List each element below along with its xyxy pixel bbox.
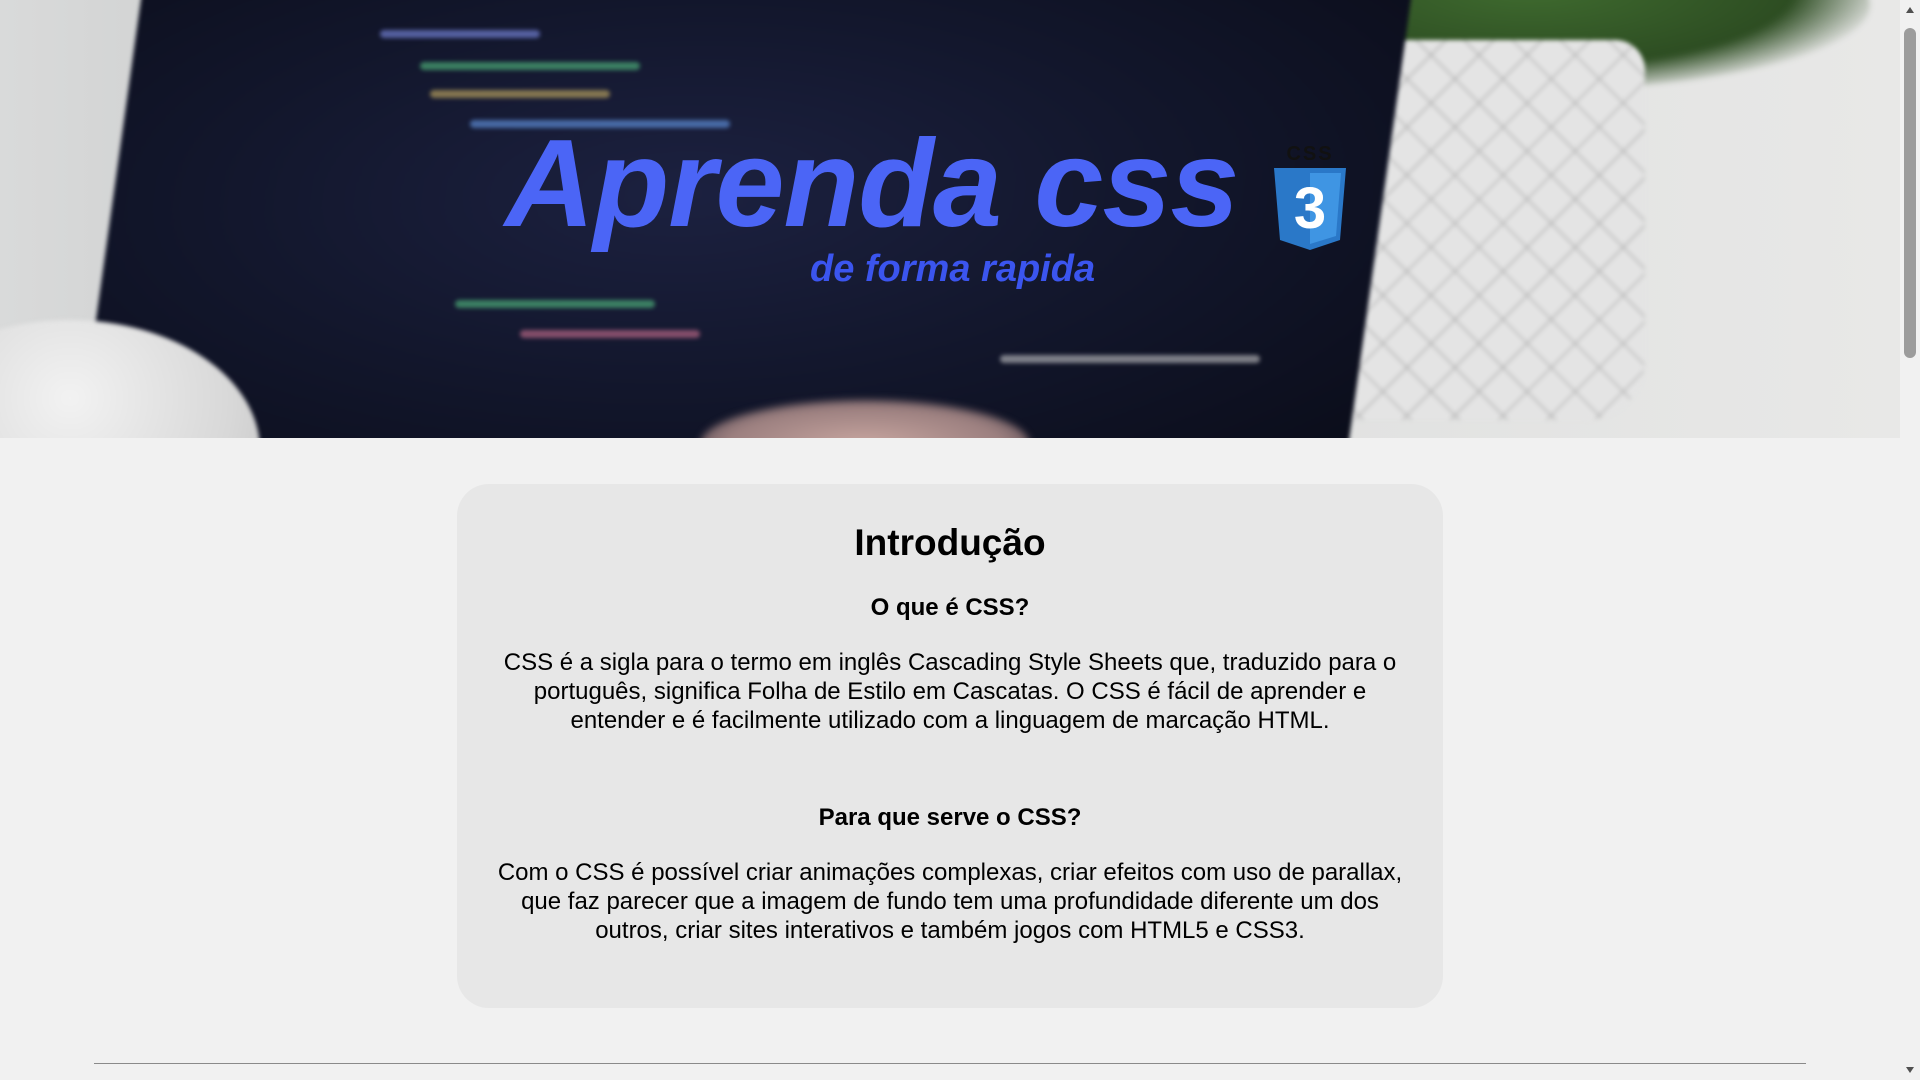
scroll-up-button[interactable] (1900, 0, 1920, 20)
css3-logo-label: CSS (1286, 143, 1333, 165)
hero-title: Aprenda css (505, 115, 1239, 253)
footer-divider (94, 1063, 1806, 1064)
hero-banner: Aprenda css de forma rapida CSS 3 (0, 0, 1900, 438)
hero-subtitle: de forma rapida (810, 248, 1096, 290)
scroll-down-button[interactable] (1900, 1060, 1920, 1080)
css3-shield-icon: CSS 3 (1274, 143, 1346, 250)
section-title-what-is-css: O que é CSS? (870, 594, 1030, 621)
css3-logo-numeral: 3 (1294, 176, 1326, 241)
hero-title-group: Aprenda css de forma rapida CSS 3 (0, 0, 1900, 438)
triangle-up-icon (1906, 7, 1914, 13)
section-text-what-is-css-for: Com o CSS é possível criar animações com… (497, 859, 1403, 944)
intro-heading: Introdução (854, 522, 1046, 563)
intro-card: Introdução O que é CSS? CSS é a sigla pa… (457, 484, 1443, 1008)
section-title-what-is-css-for: Para que serve o CSS? (818, 804, 1082, 831)
section-text-what-is-css: CSS é a sigla para o termo em inglês Cas… (503, 649, 1397, 734)
vertical-scrollbar[interactable] (1900, 0, 1920, 1080)
page: Aprenda css de forma rapida CSS 3 Introd… (0, 0, 1900, 1080)
scrollbar-thumb[interactable] (1904, 28, 1916, 358)
triangle-down-icon (1906, 1067, 1914, 1073)
